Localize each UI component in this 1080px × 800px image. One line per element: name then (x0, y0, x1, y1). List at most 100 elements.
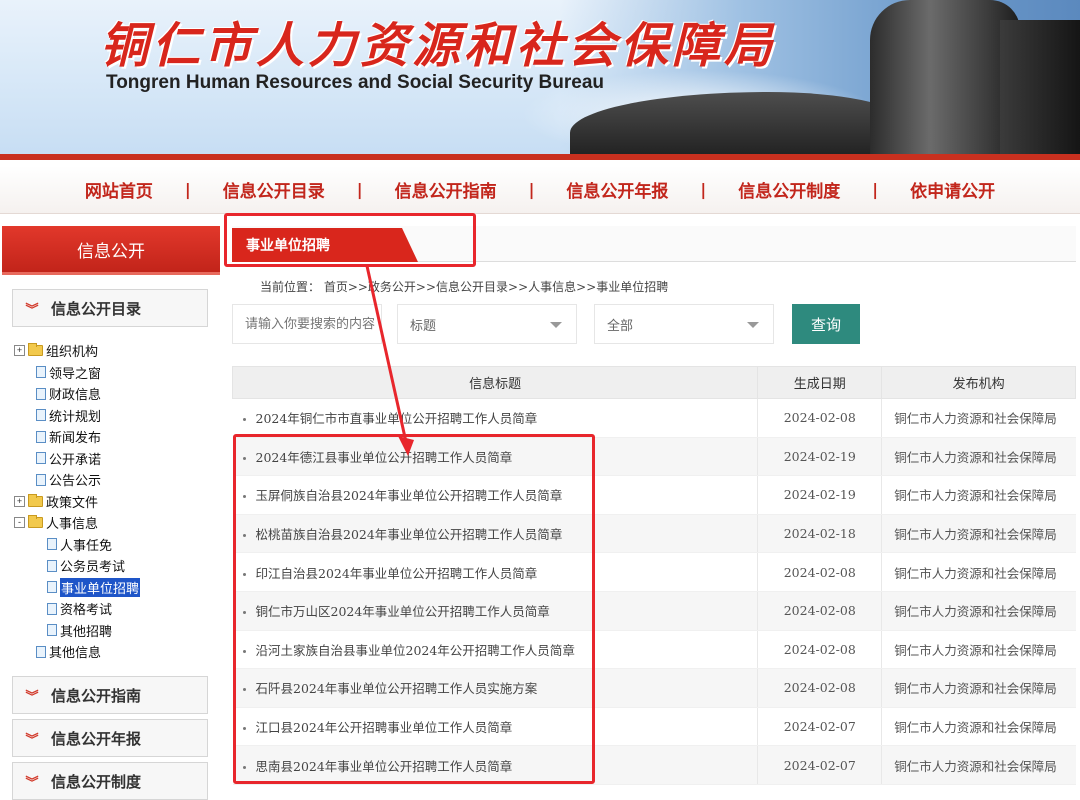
chevron-down-icon: ︾ (25, 302, 39, 318)
tree-label: 人事任免 (60, 537, 113, 553)
site-title-en: Tongren Human Resources and Social Secur… (106, 72, 604, 93)
row-publisher: 铜仁市人力资源和社会保障局 (881, 591, 1076, 631)
tree-item-personnel[interactable]: - 人事信息 (14, 512, 214, 534)
highlight-box-tab (224, 213, 476, 267)
nav-guide[interactable]: 信息公开指南 (363, 177, 529, 202)
tree-label: 领导之窗 (49, 365, 102, 381)
table-row[interactable]: 2024年铜仁市市直事业单位公开招聘工作人员简章 2024-02-08 铜仁市人力资… (232, 398, 1076, 438)
tree-item-commitment[interactable]: 公开承诺 (14, 448, 214, 470)
tree-label: 其他招聘 (60, 623, 113, 639)
document-icon (47, 559, 57, 572)
sidebar-section-annual-report[interactable]: ︾ 信息公开年报 (12, 719, 208, 757)
tree-item-institution-recruit[interactable]: 事业单位招聘 (14, 577, 214, 599)
row-date: 2024-02-08 (757, 668, 883, 708)
document-icon (36, 387, 46, 400)
row-publisher: 铜仁市人力资源和社会保障局 (881, 398, 1076, 438)
tree-item-policy[interactable]: + 政策文件 (14, 491, 214, 513)
main-nav: 网站首页 | 信息公开目录 | 信息公开指南 | 信息公开年报 | 信息公开制度… (0, 166, 1080, 214)
sidebar-section-label: 信息公开指南 (51, 687, 142, 705)
nav-apply[interactable]: 依申请公开 (878, 177, 1027, 202)
tree-item-statistics[interactable]: 统计规划 (14, 405, 214, 427)
row-date: 2024-02-07 (757, 745, 883, 785)
row-publisher: 铜仁市人力资源和社会保障局 (881, 745, 1076, 785)
row-publisher: 铜仁市人力资源和社会保障局 (881, 514, 1076, 554)
main-content: 事业单位招聘 当前位置： 首页>>政务公开>>信息公开目录>>人事信息>>事业单… (224, 213, 1076, 787)
expand-icon[interactable]: + (14, 345, 25, 357)
tree-label: 组织机构 (46, 344, 99, 360)
document-icon (36, 366, 46, 379)
column-header-title: 信息标题 (231, 366, 759, 399)
row-date: 2024-02-07 (757, 707, 883, 747)
sidebar-section-policy[interactable]: ︾ 信息公开制度 (12, 762, 208, 800)
scope-select[interactable]: 全部 (594, 304, 774, 344)
tree-item-other-info[interactable]: 其他信息 (14, 641, 214, 663)
row-date: 2024-02-08 (757, 591, 883, 631)
row-date: 2024-02-08 (757, 398, 883, 438)
collapse-icon[interactable]: - (14, 517, 25, 529)
document-icon (36, 645, 46, 658)
expand-icon[interactable]: + (14, 495, 25, 507)
field-select-value: 标题 (410, 318, 437, 334)
folder-icon (28, 493, 43, 507)
query-button[interactable]: 查询 (792, 304, 860, 344)
tree-item-announcement[interactable]: 公告公示 (14, 469, 214, 491)
row-publisher: 铜仁市人力资源和社会保障局 (881, 475, 1076, 515)
chevron-down-icon (747, 322, 759, 328)
banner-divider (0, 154, 1080, 160)
row-date: 2024-02-19 (757, 475, 883, 515)
document-icon (47, 538, 57, 551)
row-publisher: 铜仁市人力资源和社会保障局 (881, 552, 1076, 592)
tree-label-selected: 事业单位招聘 (60, 577, 141, 597)
sidebar-section-guide[interactable]: ︾ 信息公开指南 (12, 676, 208, 714)
document-icon (47, 602, 57, 615)
tree-item-news[interactable]: 新闻发布 (14, 426, 214, 448)
tree-item-other-recruit[interactable]: 其他招聘 (14, 620, 214, 642)
document-icon (36, 409, 46, 422)
document-icon (47, 581, 57, 594)
chevron-down-icon: ︾ (25, 732, 39, 748)
sidebar-header-underline (2, 272, 220, 275)
tree-item-qualification[interactable]: 资格考试 (14, 598, 214, 620)
nav-annual-report[interactable]: 信息公开年报 (534, 177, 700, 202)
tree-item-appointments[interactable]: 人事任免 (14, 534, 214, 556)
folder-icon (28, 515, 43, 529)
column-header-org: 发布机构 (881, 366, 1076, 399)
nav-home[interactable]: 网站首页 (53, 177, 185, 202)
search-input[interactable] (232, 304, 382, 344)
nav-catalog[interactable]: 信息公开目录 (191, 177, 357, 202)
row-date: 2024-02-18 (757, 514, 883, 554)
sidebar-section-catalog[interactable]: ︾ 信息公开目录 (12, 289, 208, 327)
tree-item-org[interactable]: + 组织机构 (14, 340, 214, 362)
bullet-icon (242, 418, 246, 422)
tree-label: 新闻发布 (49, 430, 102, 446)
folder-icon (28, 343, 43, 357)
tree-label: 政策文件 (46, 494, 99, 510)
sidebar-section-label: 信息公开制度 (51, 773, 142, 791)
tree-label: 统计规划 (49, 408, 102, 424)
row-publisher: 铜仁市人力资源和社会保障局 (881, 668, 1076, 708)
row-publisher: 铜仁市人力资源和社会保障局 (881, 437, 1076, 477)
document-icon (36, 452, 46, 465)
sidebar-tree: + 组织机构 领导之窗 财政信息 统计规划 新闻发布 公开承诺 公告公示 + 政… (14, 340, 214, 663)
row-title-link[interactable]: 2024年铜仁市市直事业单位公开招聘工作人员简章 (232, 398, 758, 438)
tree-label: 财政信息 (49, 387, 102, 403)
table-header-row: 信息标题 生成日期 发布机构 (231, 366, 1076, 399)
scope-select-value: 全部 (607, 318, 634, 334)
tree-label: 公开承诺 (49, 451, 102, 467)
tree-label: 人事信息 (46, 516, 99, 532)
tree-label: 公告公示 (49, 473, 102, 489)
row-date: 2024-02-19 (757, 437, 883, 477)
tree-item-finance[interactable]: 财政信息 (14, 383, 214, 405)
tree-label: 资格考试 (60, 602, 113, 618)
chevron-down-icon (550, 322, 562, 328)
field-select[interactable]: 标题 (397, 304, 577, 344)
tree-item-civil-exam[interactable]: 公务员考试 (14, 555, 214, 577)
chevron-down-icon: ︾ (25, 775, 39, 791)
row-title-text: 2024年铜仁市市直事业单位公开招聘工作人员简章 (255, 411, 538, 427)
chevron-down-icon: ︾ (25, 689, 39, 705)
document-icon (47, 624, 57, 637)
nav-policy[interactable]: 信息公开制度 (706, 177, 872, 202)
sidebar: 信息公开 ︾ 信息公开目录 + 组织机构 领导之窗 财政信息 统计规划 新闻发布 (0, 226, 222, 800)
tree-item-leaders[interactable]: 领导之窗 (14, 362, 214, 384)
tree-label: 其他信息 (49, 645, 102, 661)
